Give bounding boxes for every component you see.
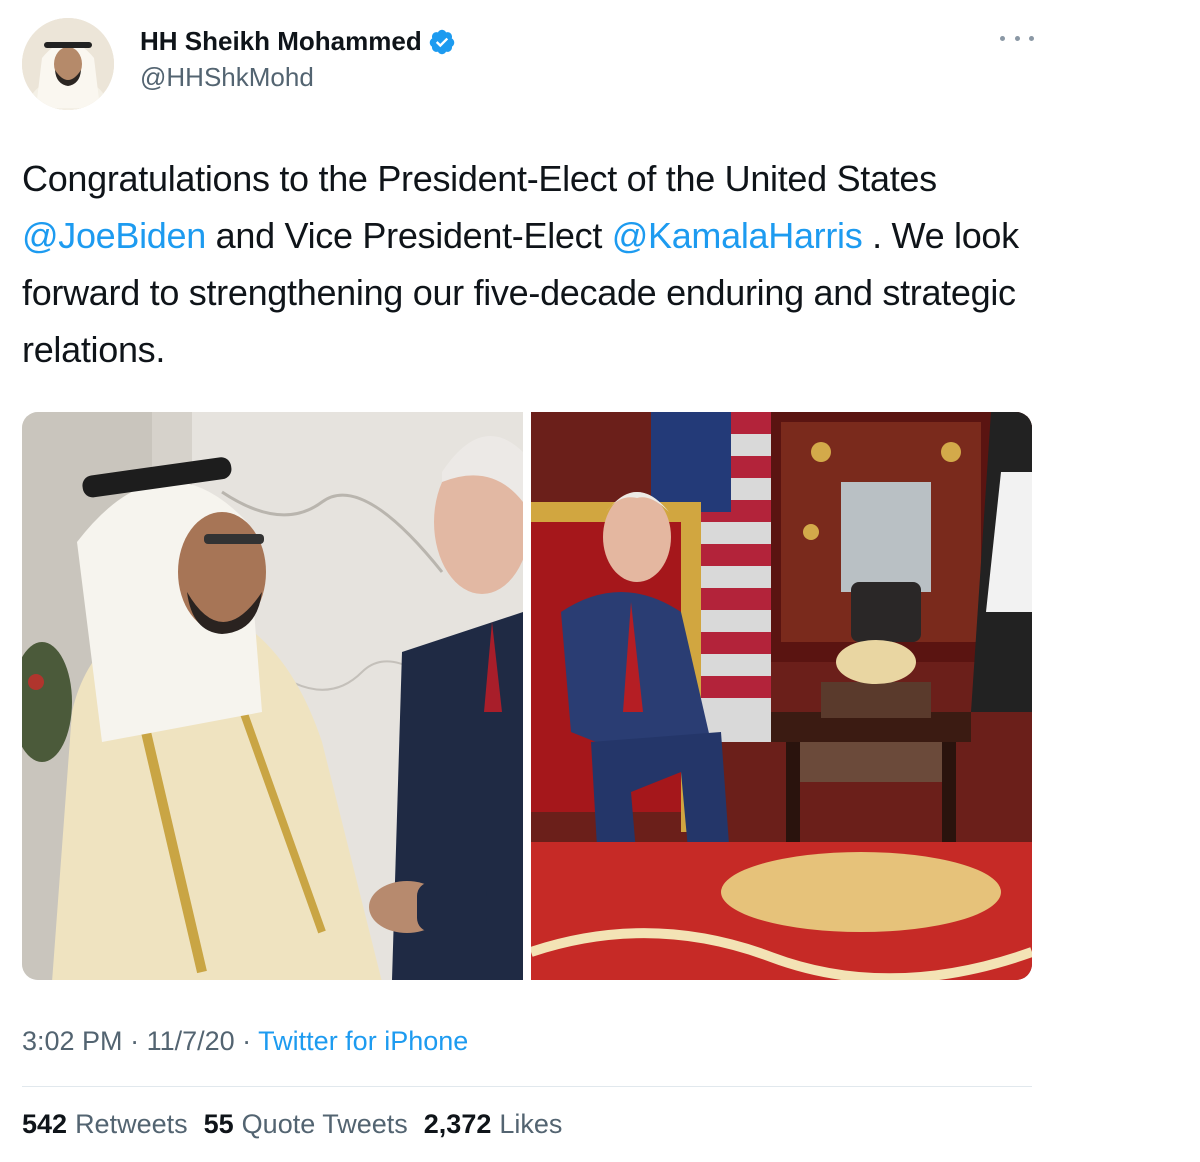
retweets-label: Retweets xyxy=(75,1109,188,1139)
retweets-count: 542 xyxy=(22,1109,68,1139)
photo-handshake[interactable] xyxy=(22,412,523,980)
retweets-stat[interactable]: 542 Retweets xyxy=(22,1109,188,1140)
tweet-text: Congratulations to the President-Elect o… xyxy=(22,150,1042,378)
mention-kamalaharris[interactable]: @KamalaHarris xyxy=(612,215,863,256)
tweet-text-part: Congratulations to the President-Elect o… xyxy=(22,158,937,199)
tweet-date[interactable]: 11/7/20 xyxy=(147,1026,235,1056)
author-name-text: HH Sheikh Mohammed xyxy=(140,26,422,56)
tweet-source-link[interactable]: Twitter for iPhone xyxy=(258,1026,468,1056)
likes-stat[interactable]: 2,372 Likes xyxy=(424,1109,563,1140)
meta-separator: · xyxy=(122,1026,147,1056)
tweet-stats: 542 Retweets 55 Quote Tweets 2,372 Likes xyxy=(22,1109,562,1140)
author-display-name[interactable]: HH Sheikh Mohammed xyxy=(140,26,456,57)
dot xyxy=(1014,35,1020,41)
tweet-media xyxy=(22,412,1032,980)
quote-tweets-label: Quote Tweets xyxy=(241,1109,408,1139)
likes-label: Likes xyxy=(499,1109,563,1139)
tweet-time[interactable]: 3:02 PM xyxy=(22,1026,123,1056)
dot xyxy=(1000,35,1005,41)
photo-meeting[interactable] xyxy=(531,412,1032,980)
tweet-meta: 3:02 PM · 11/7/20 · Twitter for iPhone xyxy=(22,1026,468,1057)
dot xyxy=(1029,35,1034,41)
likes-count: 2,372 xyxy=(423,1109,492,1139)
divider xyxy=(22,1086,1032,1087)
quote-tweets-count: 55 xyxy=(203,1109,234,1139)
verified-badge-icon xyxy=(429,29,454,54)
tweet-text-part: and Vice President-Elect xyxy=(205,215,612,256)
avatar[interactable] xyxy=(22,18,114,110)
author-handle[interactable]: @HHShkMohd xyxy=(140,62,314,93)
meta-separator: · xyxy=(234,1026,259,1056)
mention-joebiden[interactable]: @JoeBiden xyxy=(22,215,206,256)
avatar-image xyxy=(22,18,114,110)
quote-tweets-stat[interactable]: 55 Quote Tweets xyxy=(204,1109,408,1140)
more-dots-icon[interactable] xyxy=(1000,28,1034,48)
